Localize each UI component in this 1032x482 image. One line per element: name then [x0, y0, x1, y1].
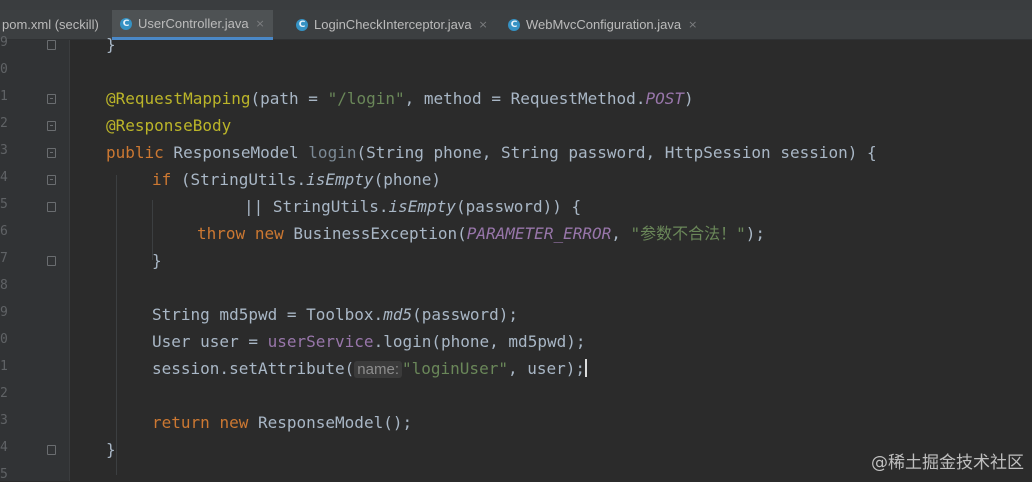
code-line: return new ResponseModel();: [152, 413, 413, 432]
text-cursor: [585, 359, 588, 377]
editor-tab-bar: pom.xml (seckill) C UserController.java …: [0, 10, 1032, 40]
tab-pom-xml[interactable]: pom.xml (seckill): [2, 10, 99, 39]
java-class-icon: C: [508, 18, 520, 31]
code-line: if (StringUtils.isEmpty(phone): [152, 170, 441, 189]
line-number: 0: [0, 62, 8, 77]
fold-end-icon[interactable]: [47, 202, 56, 212]
code-line: throw new BusinessException(PARAMETER_ER…: [197, 224, 766, 243]
line-number: 2: [0, 386, 8, 401]
fold-end-icon[interactable]: [47, 256, 56, 266]
line-number: 4: [0, 170, 8, 185]
line-number: 9: [0, 305, 8, 320]
code-line: }: [106, 440, 116, 459]
line-number: 2: [0, 116, 8, 131]
line-number: 1: [0, 359, 8, 374]
tab-label: WebMvcConfiguration.java: [526, 17, 682, 32]
fold-end-icon[interactable]: [47, 445, 56, 455]
code-line: || StringUtils.isEmpty(password)) {: [244, 197, 582, 216]
code-line: }: [152, 251, 162, 270]
code-line: session.setAttribute(name: "loginUser", u…: [152, 359, 588, 378]
editor-gutter: 9 0 1 2 3 4 5 6 7 8 9 0 1 2 3 4 5: [0, 35, 70, 482]
line-number: 5: [0, 467, 8, 482]
close-icon[interactable]: ×: [688, 18, 697, 31]
line-number: 9: [0, 35, 8, 50]
tab-label: UserController.java: [138, 16, 249, 31]
fold-start-icon[interactable]: [47, 148, 56, 158]
fold-start-icon[interactable]: [47, 175, 56, 185]
java-class-icon: C: [296, 18, 308, 31]
breadcrumb-bar: [0, 0, 1032, 10]
code-editor[interactable]: } @RequestMapping(path = "/login", metho…: [70, 35, 1032, 481]
line-number: 6: [0, 224, 8, 239]
java-class-icon: C: [120, 17, 132, 30]
fold-end-icon[interactable]: [47, 40, 56, 50]
code-line: @RequestMapping(path = "/login", method …: [106, 89, 694, 108]
line-number: 8: [0, 278, 8, 293]
line-number: 3: [0, 413, 8, 428]
line-number: 4: [0, 440, 8, 455]
tab-web-mvc-configuration[interactable]: C WebMvcConfiguration.java ×: [508, 10, 697, 39]
tab-label: pom.xml (seckill): [2, 17, 99, 32]
parameter-hint: name:: [354, 361, 402, 378]
tab-login-check-interceptor[interactable]: C LoginCheckInterceptor.java ×: [296, 10, 488, 39]
close-icon[interactable]: ×: [479, 18, 488, 31]
indent-guide: [116, 175, 117, 475]
code-line: User user = userService.login(phone, md5…: [152, 332, 586, 351]
line-number: 5: [0, 197, 8, 212]
line-number: 1: [0, 89, 8, 104]
fold-start-icon[interactable]: [47, 121, 56, 131]
line-number: 0: [0, 332, 8, 347]
code-line: }: [106, 35, 116, 54]
watermark: @稀土掘金技术社区: [871, 453, 1024, 473]
tab-user-controller[interactable]: C UserController.java ×: [112, 10, 273, 40]
code-line: @ResponseBody: [106, 116, 232, 135]
close-icon[interactable]: ×: [256, 17, 265, 30]
code-line: String md5pwd = Toolbox.md5(password);: [152, 305, 519, 324]
line-number: 7: [0, 251, 8, 266]
line-number: 3: [0, 143, 8, 158]
tab-label: LoginCheckInterceptor.java: [314, 17, 472, 32]
fold-start-icon[interactable]: [47, 94, 56, 104]
code-line: public ResponseModel login(String phone,…: [106, 143, 877, 162]
